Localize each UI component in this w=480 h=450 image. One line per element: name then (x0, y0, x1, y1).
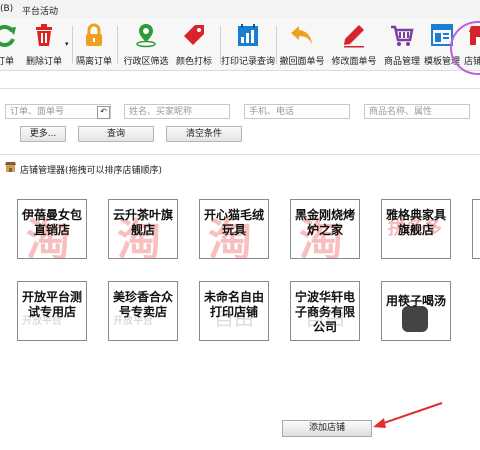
query-button[interactable]: 查询 (78, 126, 154, 142)
calendar-chart-icon (238, 24, 258, 46)
store-name: 未命名自由打印店铺 (204, 290, 265, 319)
add-store-button[interactable]: 添加店铺 (282, 420, 372, 437)
divider (0, 88, 480, 89)
buyer-name-input[interactable]: 姓名、买家昵称 (124, 104, 230, 119)
menu-item-b[interactable]: (B) (0, 4, 13, 14)
phone-input[interactable]: 手机、电话 (244, 104, 350, 119)
douyin-watermark: 抖音 (382, 282, 450, 340)
order-number-input[interactable]: 订单、面单号 (5, 104, 111, 119)
store-tile[interactable]: 淘 云升茶叶旗舰店 (108, 199, 178, 259)
toolbar-label: 撤回面单号 (279, 57, 325, 67)
store-tile[interactable]: 拼多多 雅格典家具旗舰店 (381, 199, 451, 259)
store-tile[interactable]: 淘 伊蓓曼女包直销店 (17, 199, 87, 259)
store-name: 伊蓓曼女包直销店 (22, 208, 83, 237)
toolbar: 订单 删除订单 ▾ 隔离订单 行政区筛选 颜色打标 打印记录查询 撤回面单号 修… (0, 18, 480, 71)
cart-icon (391, 25, 414, 46)
store-name: 雅格典家具旗舰店 (386, 208, 447, 237)
menu-bar: (B) 平台活动 (0, 0, 480, 18)
store-name: 云升茶叶旗舰店 (113, 208, 174, 237)
toolbar-label: 打印记录查询 (220, 57, 275, 67)
trash-icon (36, 24, 52, 46)
print-record-query-button[interactable]: 打印记录查询 (221, 18, 275, 70)
store-tile[interactable]: 淘 开心猫毛绒玩具 (199, 199, 269, 259)
store-tile[interactable]: 淘 黑金刚烧烤炉之家 (290, 199, 360, 259)
store-tile-partial[interactable] (472, 199, 480, 259)
store-name: 宁波华轩电子商务有限公司 (295, 290, 356, 334)
delete-order-button[interactable]: 删除订单 (24, 18, 64, 70)
store-name: 美珍香合众号专卖店 (113, 290, 174, 319)
menu-item-platform-activity[interactable]: 平台活动 (22, 4, 58, 17)
clear-conditions-button[interactable]: 清空条件 (166, 126, 242, 142)
divider (0, 154, 480, 155)
revoke-waybill-button[interactable]: 撤回面单号 (279, 18, 325, 70)
store-name: 开心猫毛绒玩具 (204, 208, 265, 237)
isolate-order-button[interactable]: 隔离订单 (76, 18, 112, 70)
store-tile[interactable]: 自由 宁波华轩电子商务有限公司 (290, 281, 360, 341)
store-manager-title: 店铺管理器(拖拽可以排序店铺顺序) (20, 166, 163, 176)
store-name: 用筷子喝汤 (386, 294, 447, 308)
store-tile[interactable]: 抖音 用筷子喝汤 (381, 281, 451, 341)
store-name: 开放平台测试专用店 (22, 290, 83, 319)
store-name: 黑金刚烧烤炉之家 (295, 208, 356, 237)
tag-icon (184, 25, 204, 45)
product-name-input[interactable]: 商品名称、属性 (364, 104, 470, 119)
annotation-arrow (373, 402, 443, 428)
paste-icon[interactable]: ↶ (97, 106, 110, 119)
toolbar-label: 颜色打标 (175, 57, 212, 67)
store-tile[interactable]: 开放平台 美珍香合众号专卖店 (108, 281, 178, 341)
refresh-icon (0, 25, 16, 47)
modify-waybill-button[interactable]: 修改面单号 (331, 18, 377, 70)
more-button[interactable]: 更多... (20, 126, 66, 142)
map-pin-icon (136, 24, 156, 48)
lock-icon (86, 23, 102, 46)
highlight-circle (450, 21, 480, 75)
store-manager-icon (5, 162, 16, 172)
store-tile[interactable]: 开放平台 开放平台测试专用店 (17, 281, 87, 341)
color-tag-button[interactable]: 颜色打标 (174, 18, 214, 70)
toolbar-label: 删除订单 (25, 57, 62, 67)
undo-arrow-icon (291, 26, 312, 44)
store-tile[interactable]: 自由 未命名自由打印店铺 (199, 281, 269, 341)
chevron-down-icon[interactable]: ▾ (65, 40, 69, 48)
region-filter-button[interactable]: 行政区筛选 (123, 18, 169, 70)
pencil-icon (344, 25, 364, 48)
